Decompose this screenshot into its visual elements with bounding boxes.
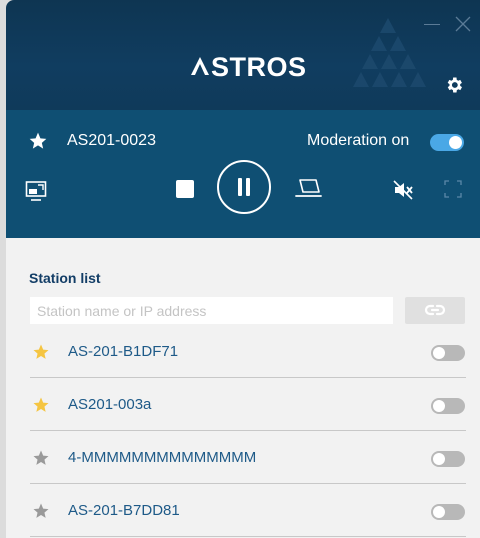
link-icon xyxy=(424,304,446,316)
laptop-icon[interactable] xyxy=(294,177,324,201)
app-window: STROS AS201-0023 Moderation on Station l… xyxy=(6,0,480,538)
station-name: AS-201-B7DD81 xyxy=(68,502,180,519)
decorative-triangles xyxy=(353,18,426,87)
divider xyxy=(30,430,466,431)
star-icon[interactable] xyxy=(32,449,50,467)
app-logo: STROS xyxy=(190,52,307,83)
header: STROS xyxy=(6,0,480,110)
star-icon[interactable] xyxy=(32,343,50,361)
divider xyxy=(30,377,466,378)
star-icon[interactable] xyxy=(32,396,50,414)
minimize-button[interactable] xyxy=(424,24,440,25)
station-search-input[interactable] xyxy=(30,297,393,324)
station-toggle[interactable] xyxy=(431,451,465,467)
gear-icon[interactable] xyxy=(444,75,464,95)
divider xyxy=(30,483,466,484)
station-name: AS-201-B1DF71 xyxy=(68,343,179,360)
station-name: 4-MMMMMMMMMMMMMM xyxy=(68,449,257,466)
logo-text: STROS xyxy=(211,52,307,82)
screen-share-icon[interactable] xyxy=(25,180,47,202)
station-toggle[interactable] xyxy=(431,504,465,520)
station-toggle[interactable] xyxy=(431,345,465,361)
list-item[interactable]: AS-201-B1DF71 xyxy=(30,326,466,378)
fullscreen-icon[interactable] xyxy=(444,180,462,198)
pause-button[interactable] xyxy=(217,160,271,214)
mute-icon[interactable] xyxy=(392,180,414,200)
star-icon[interactable] xyxy=(32,502,50,520)
close-icon[interactable] xyxy=(454,15,472,33)
station-toggle[interactable] xyxy=(431,398,465,414)
star-icon[interactable] xyxy=(28,131,48,151)
divider xyxy=(30,536,466,537)
station-list-title: Station list xyxy=(29,270,101,286)
connect-button[interactable] xyxy=(405,297,465,324)
stop-button[interactable] xyxy=(176,180,194,198)
moderation-label: Moderation on xyxy=(307,132,410,149)
current-station-name: AS201-0023 xyxy=(67,132,156,149)
moderation-toggle[interactable] xyxy=(430,134,464,151)
logo-a-icon xyxy=(191,57,209,75)
list-item[interactable]: AS201-003a xyxy=(30,379,466,431)
list-item[interactable]: AS-201-B7DD81 xyxy=(30,485,466,537)
list-item[interactable]: 4-MMMMMMMMMMMMMM xyxy=(30,432,466,484)
control-panel: AS201-0023 Moderation on xyxy=(6,110,480,238)
station-name: AS201-003a xyxy=(68,396,152,413)
